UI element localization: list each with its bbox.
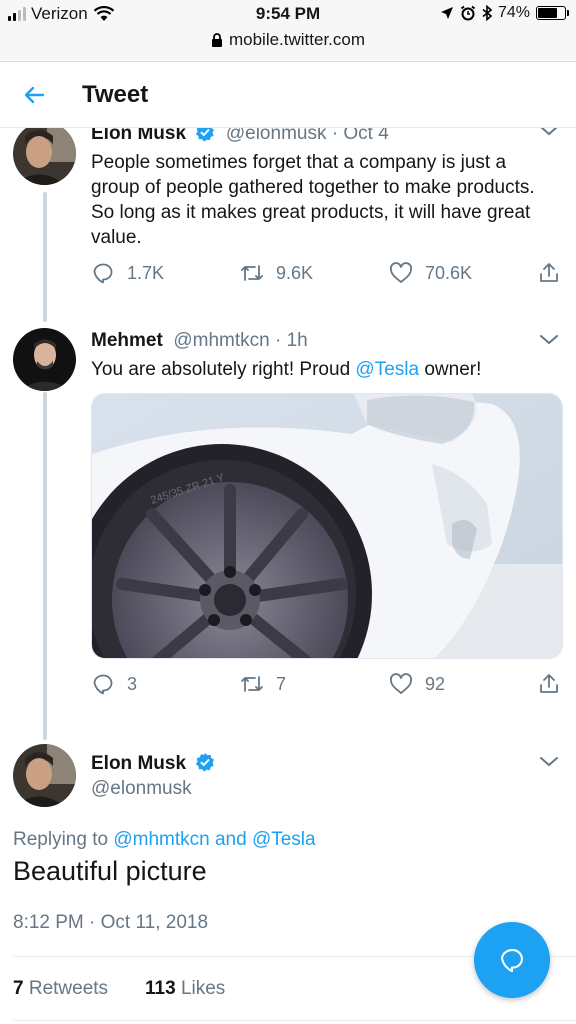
reply-icon [93, 674, 113, 695]
replying-prefix: Replying to [13, 829, 114, 850]
share-button[interactable] [537, 672, 561, 696]
display-name[interactable]: Elon Musk [91, 753, 186, 774]
reply-button[interactable]: 1.7K [91, 261, 164, 285]
verified-badge-icon [196, 128, 215, 142]
tweet-timestamp[interactable]: 8:12 PM · Oct 11, 2018 [13, 912, 208, 934]
status-bar: Verizon 9:54 PM 74% mobile.twitter.com [0, 0, 576, 62]
engagement-stats: 7 Retweets 113 Likes [13, 978, 225, 1000]
bluetooth-icon [482, 5, 492, 21]
tweet-thread[interactable]: Elon Musk @elonmusk · Oct 4 People somet… [0, 128, 576, 1024]
reply-count: 3 [127, 673, 138, 694]
retweet-button[interactable]: 9.6K [240, 261, 313, 285]
like-count: 70.6K [425, 262, 473, 283]
back-button[interactable] [14, 75, 54, 115]
arrow-left-icon [24, 86, 45, 103]
chevron-down-icon[interactable] [538, 128, 560, 142]
lock-icon [211, 33, 222, 47]
retweet-button[interactable]: 7 [240, 672, 286, 696]
like-button[interactable]: 70.6K [389, 261, 472, 285]
tweet-actions: 1.7K 9.6K 70.6K [91, 261, 563, 291]
tweet-meta: @elonmusk · Oct 4 [221, 128, 389, 144]
share-button[interactable] [537, 261, 561, 285]
handle[interactable]: @elonmusk [226, 128, 327, 144]
retweet-icon [241, 265, 263, 281]
display-name[interactable]: Mehmet [91, 330, 163, 351]
tweet-date[interactable]: 1h [287, 330, 308, 351]
like-count: 92 [425, 673, 446, 694]
thread-connector [43, 192, 47, 322]
retweet-icon [241, 676, 263, 692]
verified-badge-icon [196, 753, 215, 772]
avatar[interactable] [13, 328, 76, 391]
avatar[interactable] [13, 744, 76, 807]
status-right: 74% [440, 4, 569, 22]
retweets-label: Retweets [28, 978, 109, 999]
replying-to: Replying to @mhmtkcn and @Tesla [13, 829, 316, 851]
reply-count: 1.7K [127, 262, 165, 283]
share-icon [540, 674, 558, 693]
tweet-photo[interactable]: 245/35 ZR 21 Y [91, 393, 563, 659]
author-handle[interactable]: @elonmusk [91, 778, 192, 800]
tweet-text: People sometimes forget that a company i… [91, 152, 535, 248]
display-name[interactable]: Elon Musk [91, 128, 186, 144]
compose-reply-button[interactable] [474, 922, 550, 998]
tweet-text: You are absolutely right! Proud @Tesla o… [91, 357, 551, 382]
author-name-row: Elon Musk [91, 752, 215, 775]
heart-icon [389, 262, 413, 283]
handle[interactable]: @elonmusk [91, 778, 192, 799]
divider [13, 1020, 576, 1021]
compose-reply-icon [501, 949, 523, 973]
battery-percent: 74% [497, 4, 530, 21]
tweet-actions: 3 7 92 [91, 672, 563, 702]
url-text: mobile.twitter.com [228, 30, 366, 49]
replying-to-users[interactable]: @mhmtkcn and @Tesla [113, 829, 315, 850]
location-icon [440, 7, 453, 19]
chevron-down-icon[interactable] [538, 751, 560, 773]
heart-icon [389, 673, 413, 694]
thread-connector [43, 392, 47, 740]
page-header: Tweet [0, 62, 576, 128]
share-icon [540, 263, 558, 282]
like-button[interactable]: 92 [389, 672, 445, 696]
retweets-stat[interactable]: 7 Retweets [13, 978, 108, 999]
alarm-icon [460, 5, 476, 21]
tweet-text-start: You are absolutely right! Proud [91, 359, 356, 380]
likes-count: 113 [145, 978, 176, 999]
url-bar[interactable]: mobile.twitter.com [0, 30, 576, 50]
tweet-header: Mehmet @mhmtkcn · 1h [91, 330, 308, 352]
retweet-count: 9.6K [276, 262, 314, 283]
main-tweet-text: Beautiful picture [13, 856, 207, 886]
avatar[interactable] [13, 128, 76, 185]
reply-icon [93, 263, 113, 284]
tweet-meta: @mhmtkcn · 1h [173, 330, 308, 351]
car-wheel-photo: 245/35 ZR 21 Y [92, 394, 562, 658]
chevron-down-icon[interactable] [538, 329, 560, 351]
reply-button[interactable]: 3 [91, 672, 137, 696]
tweet-text-end: owner! [419, 359, 482, 380]
page-title: Tweet [82, 80, 149, 108]
handle[interactable]: @mhmtkcn [173, 330, 269, 351]
retweet-count: 7 [276, 673, 287, 694]
battery-icon [536, 6, 569, 20]
retweets-count: 7 [13, 978, 24, 999]
tweet-date[interactable]: Oct 4 [343, 128, 388, 144]
likes-stat[interactable]: 113 Likes [145, 978, 225, 999]
likes-label: Likes [180, 978, 226, 999]
mention-link[interactable]: @Tesla [355, 359, 419, 380]
tweet-header: Elon Musk @elonmusk · Oct 4 [91, 128, 389, 145]
